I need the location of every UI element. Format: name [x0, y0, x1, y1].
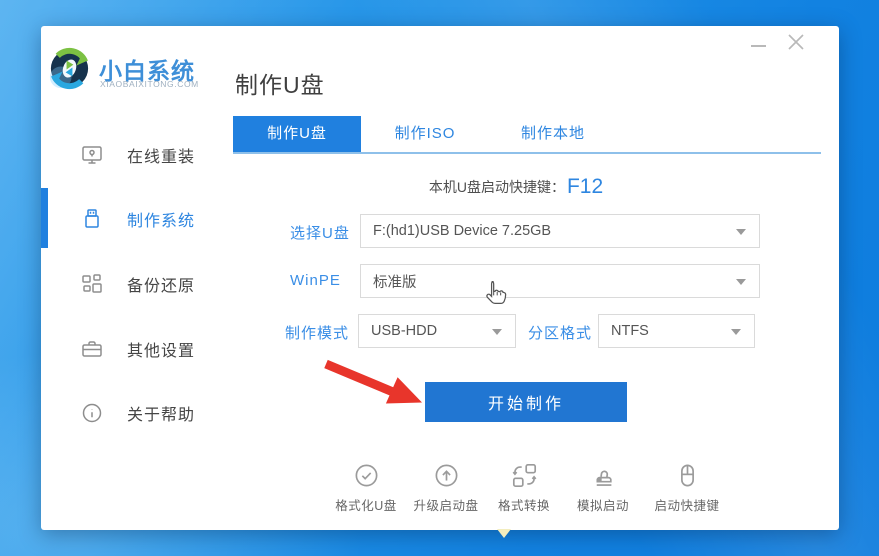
make-mode-value: USB-HDD: [371, 323, 438, 339]
sidebar-item-label: 制作系统: [127, 213, 196, 230]
minimize-button[interactable]: [747, 36, 769, 54]
red-arrow-annotation-icon: [319, 356, 431, 412]
boot-hotkey-label: 本机U盘启动快捷键：: [428, 179, 565, 195]
monitor-reinstall-icon: [80, 143, 104, 167]
quick-action-upgrade-boot-disk[interactable]: 升级启动盘: [401, 462, 491, 514]
make-mode-dropdown[interactable]: USB-HDD: [358, 314, 516, 348]
toolbox-icon: [80, 337, 104, 361]
quick-action-label: 模拟启动: [576, 499, 629, 513]
partition-format-dropdown[interactable]: NTFS: [598, 314, 755, 348]
info-icon: [80, 401, 104, 425]
usb-drive-icon: [80, 207, 104, 231]
tab-bar: 制作U盘 制作ISO 制作本地: [233, 116, 821, 154]
boot-hotkey-line: 本机U盘启动快捷键： F12: [321, 172, 711, 202]
make-mode-label: 制作模式: [285, 325, 350, 342]
backup-restore-icon: [80, 272, 104, 296]
partition-format-value: NTFS: [611, 323, 649, 339]
sidebar-item-about-help[interactable]: 关于帮助: [41, 391, 236, 435]
stamp-icon: [590, 462, 617, 489]
mouse-icon: [674, 462, 701, 489]
boot-hotkey-value: F12: [566, 175, 604, 198]
winpe-value: 标准版: [373, 274, 417, 291]
quick-action-boot-hotkey[interactable]: 启动快捷键: [642, 462, 732, 514]
sidebar-item-backup-restore[interactable]: 备份还原: [41, 262, 236, 306]
usb-select-label: 选择U盘: [290, 225, 350, 242]
tab-make-usb[interactable]: 制作U盘: [233, 116, 361, 152]
pointer-artifact: [497, 529, 511, 538]
app-logo-icon: [46, 45, 93, 92]
sidebar-item-make-system[interactable]: 制作系统: [41, 197, 236, 241]
chevron-down-icon: [736, 279, 746, 285]
sidebar-item-label: 关于帮助: [127, 407, 196, 424]
quick-action-label: 格式转换: [497, 499, 550, 513]
usb-select-value: F:(hd1)USB Device 7.25GB: [373, 223, 552, 239]
quick-action-label: 启动快捷键: [654, 499, 720, 513]
check-circle-icon: [353, 462, 380, 489]
quick-action-label: 升级启动盘: [413, 499, 479, 513]
brand-domain: XIAOBAIXITONG.COM: [100, 79, 199, 89]
start-make-button[interactable]: 开始制作: [425, 382, 627, 422]
sidebar-item-label: 备份还原: [127, 278, 196, 295]
winpe-label: WinPE: [290, 272, 341, 289]
sidebar-item-online-reinstall[interactable]: 在线重装: [41, 133, 236, 177]
chevron-down-icon: [492, 329, 502, 335]
format-convert-icon: [511, 462, 538, 489]
tab-make-iso[interactable]: 制作ISO: [361, 116, 489, 152]
app-window: 小白系统 XIAOBAIXITONG.COM 制作U盘 在线重装 制作系统 备份…: [41, 26, 839, 530]
sidebar-item-label: 在线重装: [127, 149, 196, 166]
page-title: 制作U盘: [235, 72, 325, 98]
quick-action-label: 格式化U盘: [335, 499, 397, 513]
sidebar-item-label: 其他设置: [127, 343, 196, 360]
usb-select-dropdown[interactable]: F:(hd1)USB Device 7.25GB: [360, 214, 760, 248]
winpe-dropdown[interactable]: 标准版: [360, 264, 760, 298]
chevron-down-icon: [731, 329, 741, 335]
chevron-down-icon: [736, 229, 746, 235]
upgrade-arrow-icon: [433, 462, 460, 489]
tab-make-local[interactable]: 制作本地: [489, 116, 617, 152]
sidebar-item-other-settings[interactable]: 其他设置: [41, 327, 236, 371]
close-button[interactable]: [784, 30, 808, 54]
quick-action-simulate-boot[interactable]: 模拟启动: [558, 462, 648, 514]
quick-action-format-usb[interactable]: 格式化U盘: [321, 462, 411, 514]
quick-action-format-convert[interactable]: 格式转换: [479, 462, 569, 514]
partition-format-label: 分区格式: [528, 325, 593, 342]
